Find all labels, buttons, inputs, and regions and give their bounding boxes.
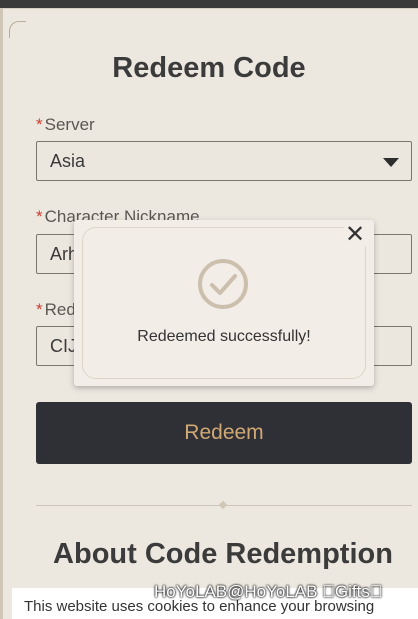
required-marker: * [36, 300, 43, 319]
check-circle-icon [198, 259, 248, 309]
chevron-down-icon [383, 158, 399, 167]
page-title: Redeem Code [112, 52, 306, 84]
required-marker: * [36, 207, 43, 226]
success-modal: ✕ Redeemed successfully! [74, 220, 374, 386]
server-value: Asia [50, 151, 86, 171]
server-label: * Server [36, 115, 95, 135]
code-label-text: Red [44, 300, 76, 319]
code-value: CIJ [50, 336, 77, 356]
corner-ornament [9, 21, 26, 38]
code-label: * Red [36, 300, 76, 320]
server-select[interactable]: Asia [36, 141, 412, 181]
modal-message: Redeemed successfully! [137, 328, 311, 345]
redeem-button[interactable]: Redeem [36, 402, 412, 464]
required-marker: * [36, 115, 43, 134]
close-icon[interactable]: ✕ [344, 223, 366, 247]
about-title: About Code Redemption [53, 538, 393, 570]
server-label-text: Server [44, 115, 95, 134]
watermark-text: HoYoLAB@HoYoLAB 󰀀Gifts󰀀 [154, 582, 383, 601]
